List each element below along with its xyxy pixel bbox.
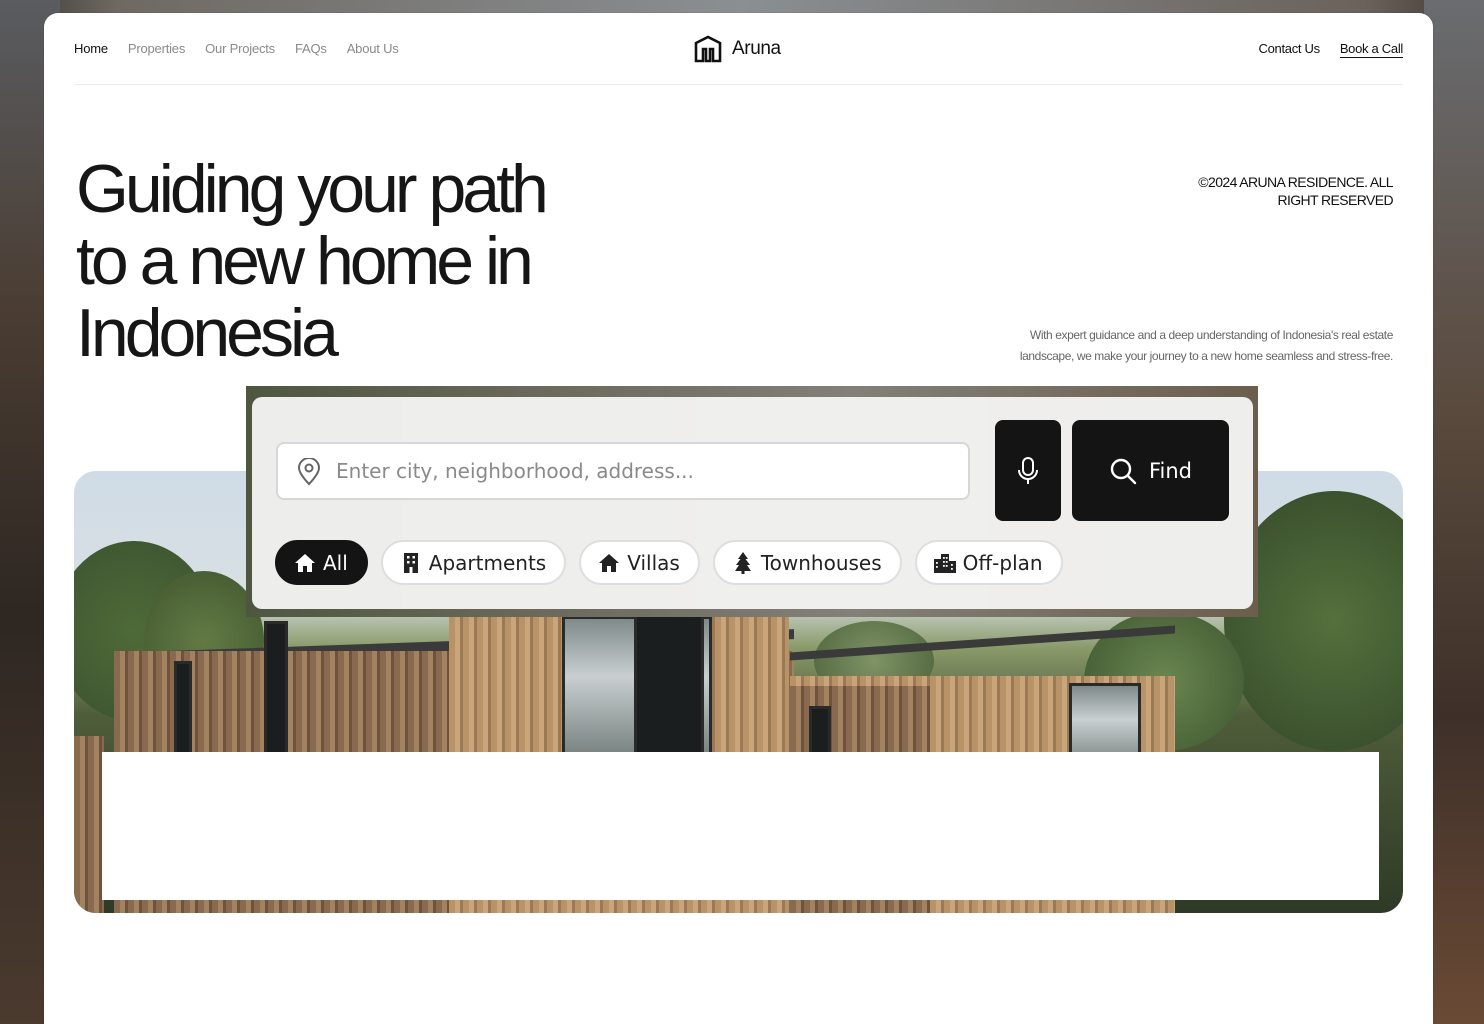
top-nav: Home Properties Our Projects FAQs About …	[74, 13, 1403, 85]
copyright-line: RIGHT RESERVED	[1277, 192, 1393, 208]
house-logo-icon	[694, 35, 722, 63]
filter-label: Off-plan	[962, 550, 1043, 575]
copyright-text: ©2024 ARUNA RESIDENCE. ALL RIGHT RESERVE…	[1133, 173, 1393, 209]
nav-about-us[interactable]: About Us	[347, 41, 399, 56]
brand-name: Aruna	[732, 38, 781, 59]
hero-title-line: Indonesia	[76, 295, 339, 371]
search-panel: Find All Apartments	[252, 397, 1253, 609]
filter-label: Villas	[627, 550, 680, 575]
photo-overlay-card	[102, 752, 1379, 900]
house-icon	[599, 553, 620, 572]
filter-label: Apartments	[428, 550, 547, 575]
magnifier-icon	[1110, 458, 1137, 484]
filter-townhouses[interactable]: Townhouses	[712, 540, 902, 585]
tagline-line: With expert guidance and a deep understa…	[1029, 328, 1393, 342]
nav-links: Home Properties Our Projects FAQs About …	[74, 41, 399, 56]
hero-title-line: Guiding your path	[76, 151, 549, 227]
microphone-icon	[1018, 456, 1038, 484]
search-input[interactable]	[336, 454, 956, 488]
nav-our-projects[interactable]: Our Projects	[205, 41, 275, 56]
background-right	[1424, 0, 1484, 1024]
book-a-call-link[interactable]: Book a Call	[1339, 41, 1403, 58]
nav-actions: Contact Us Book a Call	[1259, 41, 1403, 58]
hero-tagline: With expert guidance and a deep understa…	[973, 325, 1394, 367]
page: Home Properties Our Projects FAQs About …	[44, 13, 1433, 1024]
filter-villas[interactable]: Villas	[579, 540, 700, 585]
find-button[interactable]: Find	[1072, 420, 1229, 521]
hero-title-line: to a new home in	[76, 223, 534, 299]
find-button-label: Find	[1148, 458, 1193, 483]
contact-us-link[interactable]: Contact Us	[1259, 41, 1321, 58]
map-pin-icon	[297, 458, 321, 486]
tree-icon	[734, 551, 751, 574]
nav-properties[interactable]: Properties	[128, 41, 185, 56]
filter-label: Townhouses	[760, 550, 882, 575]
house-icon	[295, 553, 315, 572]
filter-off-plan[interactable]: Off-plan	[914, 540, 1063, 585]
brand-logo[interactable]: Aruna	[694, 35, 781, 63]
hero-title: Guiding your path to a new home in Indon…	[76, 153, 676, 369]
copyright-line: ©2024 ARUNA RESIDENCE. ALL	[1198, 174, 1393, 190]
nav-home[interactable]: Home	[74, 41, 108, 56]
filter-label: All	[323, 550, 348, 575]
nav-faqs[interactable]: FAQs	[295, 41, 327, 56]
window	[634, 591, 704, 771]
tagline-line: landscape, we make your journey to a new…	[1019, 349, 1394, 363]
filter-apartments[interactable]: Apartments	[380, 540, 567, 585]
building	[74, 736, 104, 913]
city-icon	[933, 553, 956, 573]
voice-search-button[interactable]	[995, 420, 1061, 521]
filter-all[interactable]: All	[275, 540, 368, 585]
location-search-field[interactable]	[276, 442, 970, 500]
building-icon	[403, 552, 418, 573]
property-type-filters: All Apartments Villas Townhouses Off-pla…	[275, 540, 1063, 585]
